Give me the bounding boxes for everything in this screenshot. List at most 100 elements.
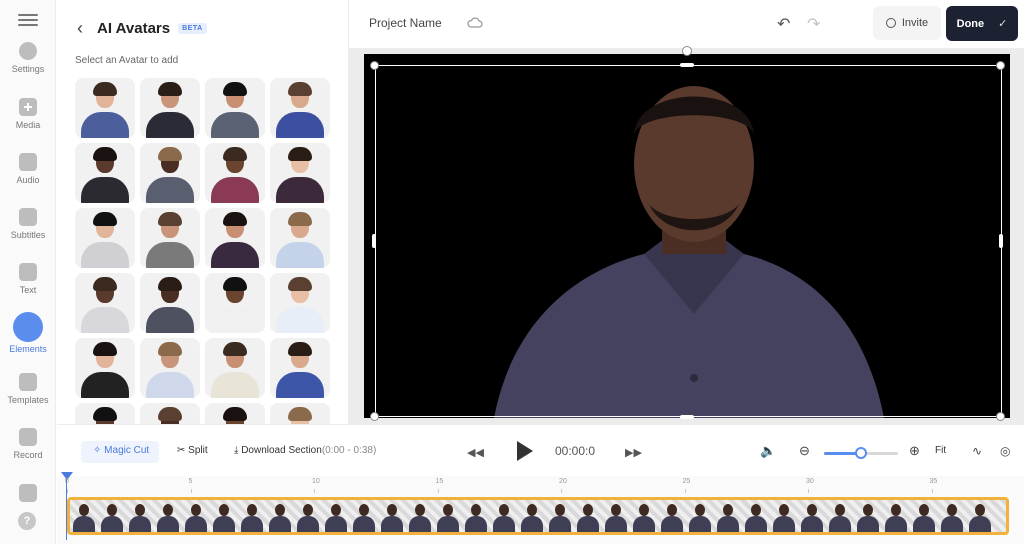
rail-item-audio[interactable]: Audio xyxy=(0,153,56,185)
avatar-option[interactable] xyxy=(270,273,330,333)
volume-icon[interactable]: 🔈 xyxy=(760,443,776,459)
templates-icon xyxy=(19,373,37,391)
avatar-option[interactable] xyxy=(140,143,200,203)
resize-handle[interactable] xyxy=(372,234,376,248)
scissors-icon: ✂ xyxy=(177,445,189,456)
avatar-option[interactable] xyxy=(75,338,135,398)
thumbnail-body xyxy=(773,516,795,532)
back-icon[interactable]: ‹ xyxy=(77,19,83,37)
avatar-option[interactable] xyxy=(205,273,265,333)
zoom-slider[interactable] xyxy=(824,447,898,459)
avatar-option[interactable] xyxy=(270,78,330,138)
resize-handle[interactable] xyxy=(370,61,379,70)
avatar-option[interactable] xyxy=(205,403,265,424)
timeline-tick xyxy=(561,489,562,493)
done-button[interactable]: Done ✓ xyxy=(946,6,1018,41)
timeline[interactable]: 0 5 10 15 20 25 30 35 xyxy=(57,472,1024,544)
avatar-option[interactable] xyxy=(205,143,265,203)
thumbnail-head xyxy=(639,504,649,516)
fit-button[interactable]: Fit xyxy=(935,445,946,456)
timeline-tick-label: 10 xyxy=(312,478,320,485)
avatar-hair xyxy=(288,212,312,226)
resize-handle[interactable] xyxy=(680,415,694,419)
avatar-option[interactable] xyxy=(270,403,330,424)
avatar-option[interactable] xyxy=(140,403,200,424)
check-icon: ✓ xyxy=(998,18,1008,30)
avatar-option[interactable] xyxy=(270,338,330,398)
avatar-option[interactable] xyxy=(270,143,330,203)
thumbnail-body xyxy=(185,516,207,532)
menu-icon[interactable] xyxy=(18,14,38,28)
canvas-stage xyxy=(349,48,1024,424)
rail-item-subtitles[interactable]: Subtitles xyxy=(0,208,56,240)
split-button[interactable]: ✂ Split xyxy=(177,445,208,456)
avatar-hair xyxy=(223,82,247,96)
clip-thumbnail xyxy=(882,500,910,532)
rail-item-media[interactable]: Media xyxy=(0,98,56,130)
avatar-option[interactable] xyxy=(140,78,200,138)
subtitles-icon xyxy=(19,208,37,226)
download-section-button[interactable]: ⤓ Download Section(0:00 - 0:38) xyxy=(234,445,376,456)
avatar-hair xyxy=(158,277,182,291)
undo-icon[interactable]: ↶ xyxy=(777,14,790,34)
thumbnail-head xyxy=(919,504,929,516)
fast-forward-icon[interactable]: ▶▶ xyxy=(625,446,642,459)
thumbnail-body xyxy=(689,516,711,532)
resize-handle[interactable] xyxy=(370,412,379,421)
clip-thumbnail xyxy=(462,500,490,532)
clip-thumbnail xyxy=(126,500,154,532)
invite-button[interactable]: Invite xyxy=(873,6,941,40)
avatar-hair xyxy=(93,277,117,291)
avatar-body xyxy=(81,242,129,268)
redo-icon[interactable]: ↷ xyxy=(807,14,820,34)
rail-item-settings[interactable]: Settings xyxy=(0,42,56,74)
avatar-option[interactable] xyxy=(75,403,135,424)
resize-handle[interactable] xyxy=(999,234,1003,248)
avatar-option[interactable] xyxy=(205,208,265,268)
rail-item-templates[interactable]: Templates xyxy=(0,373,56,405)
waveform-icon[interactable]: ∿ xyxy=(972,444,982,458)
avatar-option[interactable] xyxy=(140,208,200,268)
thumbnail-body xyxy=(493,516,515,532)
avatar-panel: ‹ AI Avatars BETA Select an Avatar to ad… xyxy=(57,0,349,424)
zoom-in-icon[interactable]: ⊕ xyxy=(909,443,920,459)
help-icon[interactable]: ? xyxy=(18,512,36,530)
thumbnail-head xyxy=(751,504,761,516)
avatar-option[interactable] xyxy=(205,78,265,138)
avatar-option[interactable] xyxy=(140,338,200,398)
avatar-option[interactable] xyxy=(140,273,200,333)
avatar-option[interactable] xyxy=(75,78,135,138)
thumbnail-body xyxy=(661,516,683,532)
play-button[interactable] xyxy=(517,441,533,461)
thumbnail-body xyxy=(101,516,123,532)
captions-icon[interactable]: ◎ xyxy=(1000,444,1010,458)
avatar-option[interactable] xyxy=(75,208,135,268)
avatar-option[interactable] xyxy=(270,208,330,268)
timeline-tick xyxy=(808,489,809,493)
zoom-out-icon[interactable]: ⊖ xyxy=(799,443,810,459)
thumbnail-head xyxy=(779,504,789,516)
clip-thumbnail xyxy=(742,500,770,532)
video-clip-track[interactable] xyxy=(67,497,1009,535)
rotate-handle[interactable] xyxy=(682,46,692,56)
rail-item-elements[interactable]: Elements xyxy=(0,312,56,354)
project-name[interactable]: Project Name xyxy=(369,16,442,30)
record-icon xyxy=(19,428,37,446)
avatar-option[interactable] xyxy=(75,273,135,333)
rail-item-text[interactable]: Text xyxy=(0,263,56,295)
avatar-option[interactable] xyxy=(75,143,135,203)
timeline-tick xyxy=(314,489,315,493)
rewind-icon[interactable]: ◀◀ xyxy=(467,446,484,459)
rail-item-more[interactable] xyxy=(0,484,56,506)
avatar-hair xyxy=(93,212,117,226)
avatar-hair xyxy=(93,147,117,161)
zoom-slider-knob[interactable] xyxy=(855,447,867,459)
avatar-option[interactable] xyxy=(205,338,265,398)
thumbnail-body xyxy=(717,516,739,532)
resize-handle[interactable] xyxy=(680,63,694,67)
resize-handle[interactable] xyxy=(996,61,1005,70)
resize-handle[interactable] xyxy=(996,412,1005,421)
magic-cut-button[interactable]: ✧ Magic Cut xyxy=(81,441,160,463)
video-canvas[interactable] xyxy=(364,54,1010,418)
rail-item-record[interactable]: Record xyxy=(0,428,56,460)
